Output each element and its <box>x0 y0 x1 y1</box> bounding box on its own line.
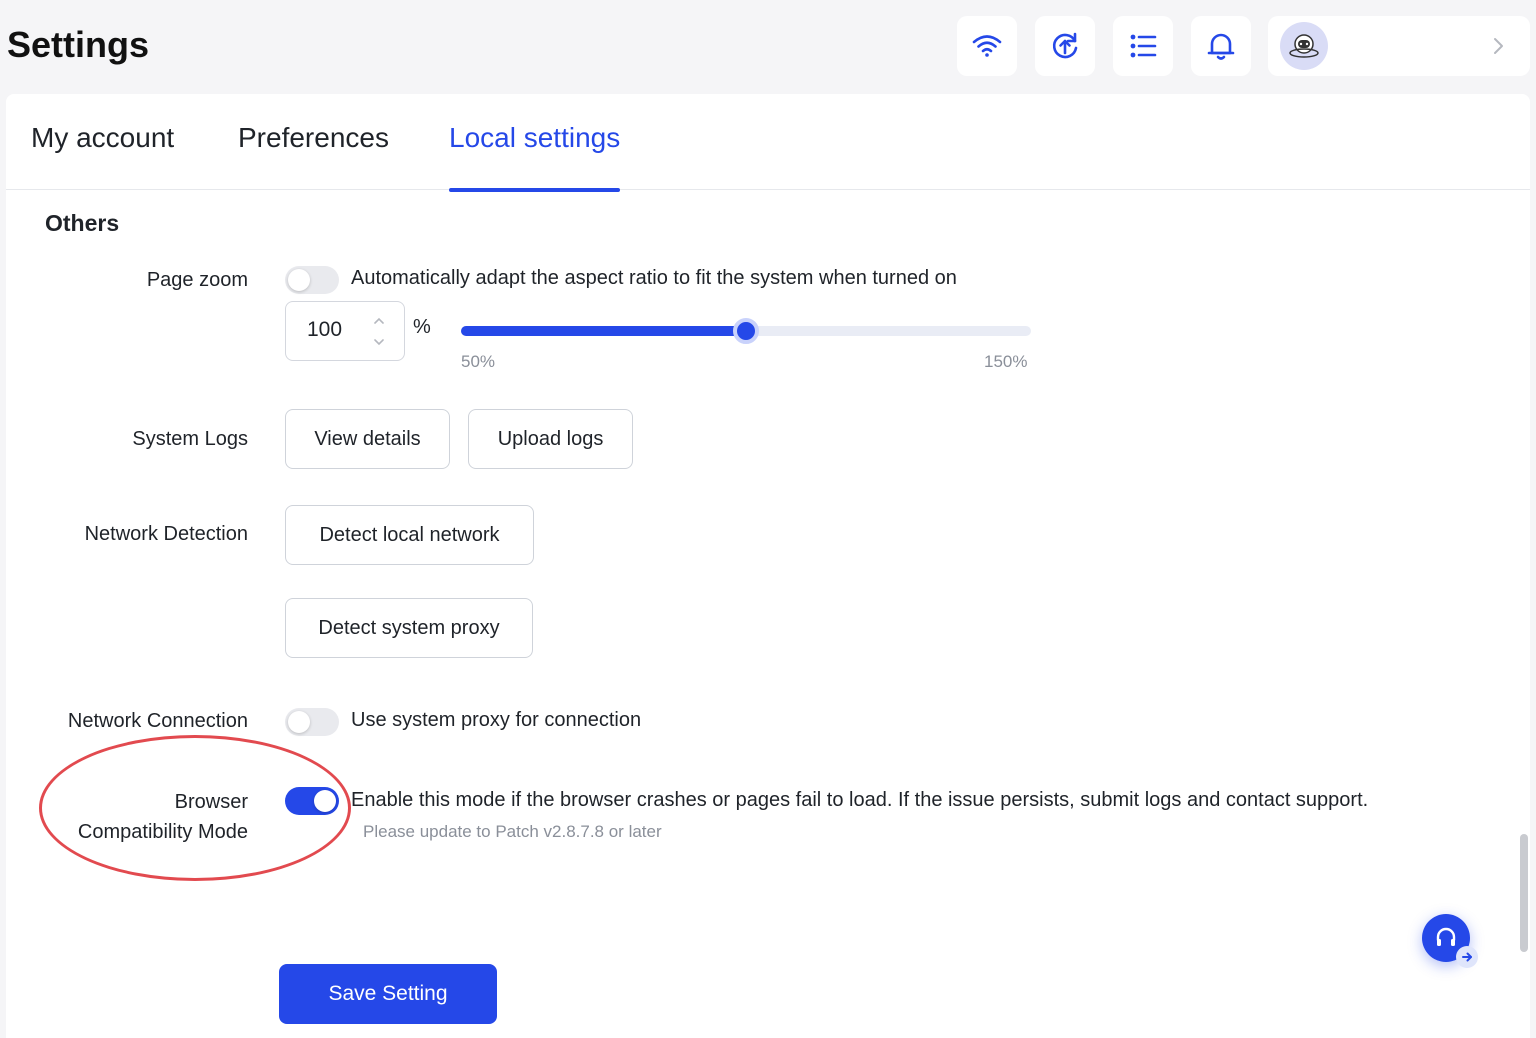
stepper-down-icon[interactable] <box>372 335 386 349</box>
zoom-slider-thumb[interactable] <box>733 318 759 344</box>
settings-tabs: My account Preferences Local settings <box>6 94 1530 192</box>
tab-preferences[interactable]: Preferences <box>238 122 389 190</box>
system-proxy-toggle[interactable] <box>285 708 339 736</box>
user-avatar <box>1280 22 1328 70</box>
browser-compat-label-line1: Browser <box>174 791 248 813</box>
browser-compat-description: Enable this mode if the browser crashes … <box>351 789 1369 811</box>
zoom-slider-max-label: 150% <box>984 352 1028 371</box>
tab-my-account[interactable]: My account <box>31 122 174 190</box>
task-list-button[interactable] <box>1113 16 1173 76</box>
tab-local-settings[interactable]: Local settings <box>449 122 621 192</box>
detect-local-network-button[interactable]: Detect local network <box>285 505 534 565</box>
save-setting-button[interactable]: Save Setting <box>279 964 497 1024</box>
zoom-slider-fill <box>461 326 746 336</box>
browser-compat-label-line2: Compatibility Mode <box>77 821 248 843</box>
user-menu[interactable] <box>1268 16 1530 76</box>
task-list-icon <box>1130 34 1157 58</box>
zoom-number-input[interactable]: 100 <box>285 301 405 361</box>
zoom-slider[interactable] <box>461 318 1031 344</box>
page-zoom-label: Page zoom <box>146 269 248 291</box>
support-button[interactable] <box>1422 914 1478 968</box>
system-logs-label: System Logs <box>132 428 248 450</box>
browser-compat-toggle[interactable] <box>285 787 339 815</box>
bell-icon <box>1207 33 1235 60</box>
astronaut-avatar-icon <box>1289 34 1319 58</box>
system-proxy-description: Use system proxy for connection <box>351 709 642 731</box>
page-zoom-description: Automatically adapt the aspect ratio to … <box>351 267 957 289</box>
headset-icon <box>1436 927 1456 946</box>
sync-upload-icon <box>1052 32 1078 59</box>
network-detection-label: Network Detection <box>84 523 248 545</box>
network-connection-label: Network Connection <box>67 710 248 732</box>
stepper-up-icon[interactable] <box>372 314 386 328</box>
view-details-button[interactable]: View details <box>285 409 450 469</box>
notifications-button[interactable] <box>1191 16 1251 76</box>
chevron-right-icon <box>1494 38 1503 54</box>
page-title: Settings <box>7 24 150 65</box>
zoom-slider-min-label: 50% <box>461 352 496 371</box>
detect-system-proxy-button[interactable]: Detect system proxy <box>285 598 533 658</box>
page-zoom-toggle[interactable] <box>285 266 339 294</box>
arrow-right-icon <box>1462 952 1472 962</box>
section-title: Others <box>45 210 120 236</box>
upload-logs-button[interactable]: Upload logs <box>468 409 633 469</box>
zoom-value: 100 <box>307 318 343 341</box>
scrollbar[interactable] <box>1520 834 1528 952</box>
wifi-icon <box>972 35 1002 57</box>
sync-button[interactable] <box>1035 16 1095 76</box>
settings-card: My account Preferences Local settings Ot… <box>6 94 1530 1038</box>
settings-app: Settings My account Preferences Local se… <box>0 0 1536 1038</box>
support-arrow-badge <box>1456 946 1478 968</box>
browser-compat-hint: Please update to Patch v2.8.7.8 or later <box>363 822 662 841</box>
zoom-unit: % <box>413 316 431 338</box>
wifi-button[interactable] <box>957 16 1017 76</box>
